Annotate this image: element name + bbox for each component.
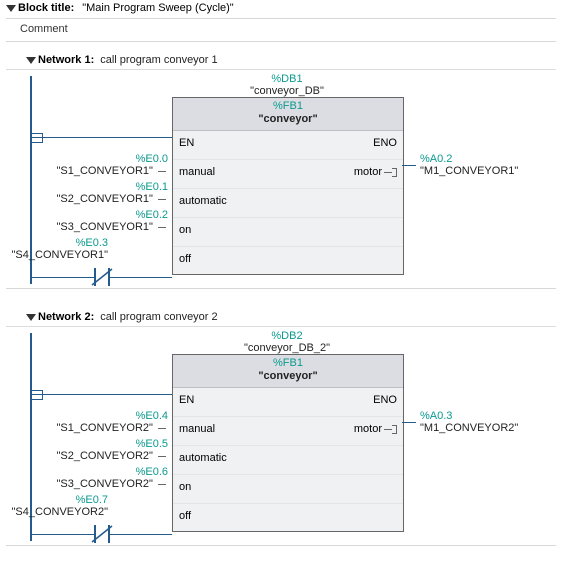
nc-contact[interactable] [84, 525, 120, 543]
caret-down-icon [6, 3, 16, 13]
fb-pin-eno: ENO [373, 137, 397, 149]
wire-en [32, 137, 172, 138]
input-operand-on[interactable]: %E0.2 "S3_CONVEYOR1" [6, 209, 168, 233]
fb-pin-automatic: automatic [179, 452, 227, 464]
network-1-label: Network 1: [38, 54, 94, 66]
wire-motor [402, 165, 416, 166]
fb-pin-automatic: automatic [179, 195, 227, 207]
fb-call-block[interactable]: %FB1 "conveyor" EN ENO manual motor auto… [172, 354, 404, 532]
nc-contact[interactable] [84, 268, 120, 286]
network-1-body: %DB1 "conveyor_DB" %FB1 "conveyor" EN EN… [6, 70, 556, 289]
fb-call-block[interactable]: %FB1 "conveyor" EN ENO manual motor auto… [172, 97, 404, 275]
network-2-header[interactable]: Network 2: call program conveyor 2 [6, 305, 556, 327]
input-operand-manual[interactable]: %E0.0 "S1_CONVEYOR1" [6, 153, 168, 177]
output-operand-motor[interactable]: %A0.2 "M1_CONVEYOR1" [420, 153, 518, 177]
input-operand-off[interactable]: %E0.7 "S4_CONVEYOR2" [0, 494, 108, 518]
block-comment[interactable]: Comment [6, 19, 556, 42]
fb-pin-manual: manual [179, 166, 215, 178]
network-1-title[interactable]: call program conveyor 1 [100, 54, 217, 66]
fb-pin-on: on [179, 224, 191, 236]
fb-pin-motor: motor [354, 166, 397, 178]
fb-pin-motor: motor [354, 423, 397, 435]
output-operand-motor[interactable]: %A0.3 "M1_CONVEYOR2" [420, 410, 518, 434]
network-1-header[interactable]: Network 1: call program conveyor 1 [6, 48, 556, 70]
input-operand-automatic[interactable]: %E0.1 "S2_CONVEYOR1" [6, 181, 168, 205]
fb-pin-eno: ENO [373, 394, 397, 406]
db-address: %DB1 [172, 73, 402, 85]
rail-branch [32, 133, 43, 143]
input-operand-automatic[interactable]: %E0.5 "S2_CONVEYOR2" [6, 438, 168, 462]
fb-symbol: "conveyor" [173, 113, 403, 126]
fb-pin-en: EN [179, 137, 194, 149]
network-2-body: %DB2 "conveyor_DB_2" %FB1 "conveyor" EN … [6, 327, 556, 546]
input-operand-manual[interactable]: %E0.4 "S1_CONVEYOR2" [6, 410, 168, 434]
fb-address: %FB1 [173, 357, 403, 370]
fb-pin-on: on [179, 481, 191, 493]
fb-pin-manual: manual [179, 423, 215, 435]
fb-symbol: "conveyor" [173, 370, 403, 383]
fb-pin-off: off [179, 510, 191, 522]
block-title-value[interactable]: "Main Program Sweep (Cycle)" [82, 2, 233, 14]
input-operand-on[interactable]: %E0.6 "S3_CONVEYOR2" [6, 466, 168, 490]
instance-db-label: %DB2 "conveyor_DB_2" [172, 330, 402, 354]
fb-pin-en: EN [179, 394, 194, 406]
db-address: %DB2 [172, 330, 402, 342]
fb-pin-off: off [179, 253, 191, 265]
db-symbol: "conveyor_DB" [172, 85, 402, 97]
fb-address: %FB1 [173, 100, 403, 113]
caret-down-icon [26, 312, 36, 322]
rail-branch [32, 390, 43, 400]
block-title-row[interactable]: Block title: "Main Program Sweep (Cycle)… [6, 0, 556, 19]
fb-header: %FB1 "conveyor" [173, 355, 403, 388]
wire-en [32, 394, 172, 395]
fb-pin-rows: EN ENO manual motor automatic on off [173, 131, 403, 275]
network-2-label: Network 2: [38, 311, 94, 323]
input-operand-off[interactable]: %E0.3 "S4_CONVEYOR1" [0, 237, 108, 261]
wire-off [121, 277, 172, 278]
db-symbol: "conveyor_DB_2" [172, 342, 402, 354]
caret-down-icon [26, 55, 36, 65]
wire-motor [402, 422, 416, 423]
instance-db-label: %DB1 "conveyor_DB" [172, 73, 402, 97]
fb-pin-rows: EN ENO manual motor automatic on off [173, 388, 403, 532]
fb-header: %FB1 "conveyor" [173, 98, 403, 131]
block-title-label: Block title: [18, 2, 74, 14]
wire-off [121, 534, 172, 535]
network-2-title[interactable]: call program conveyor 2 [100, 311, 217, 323]
